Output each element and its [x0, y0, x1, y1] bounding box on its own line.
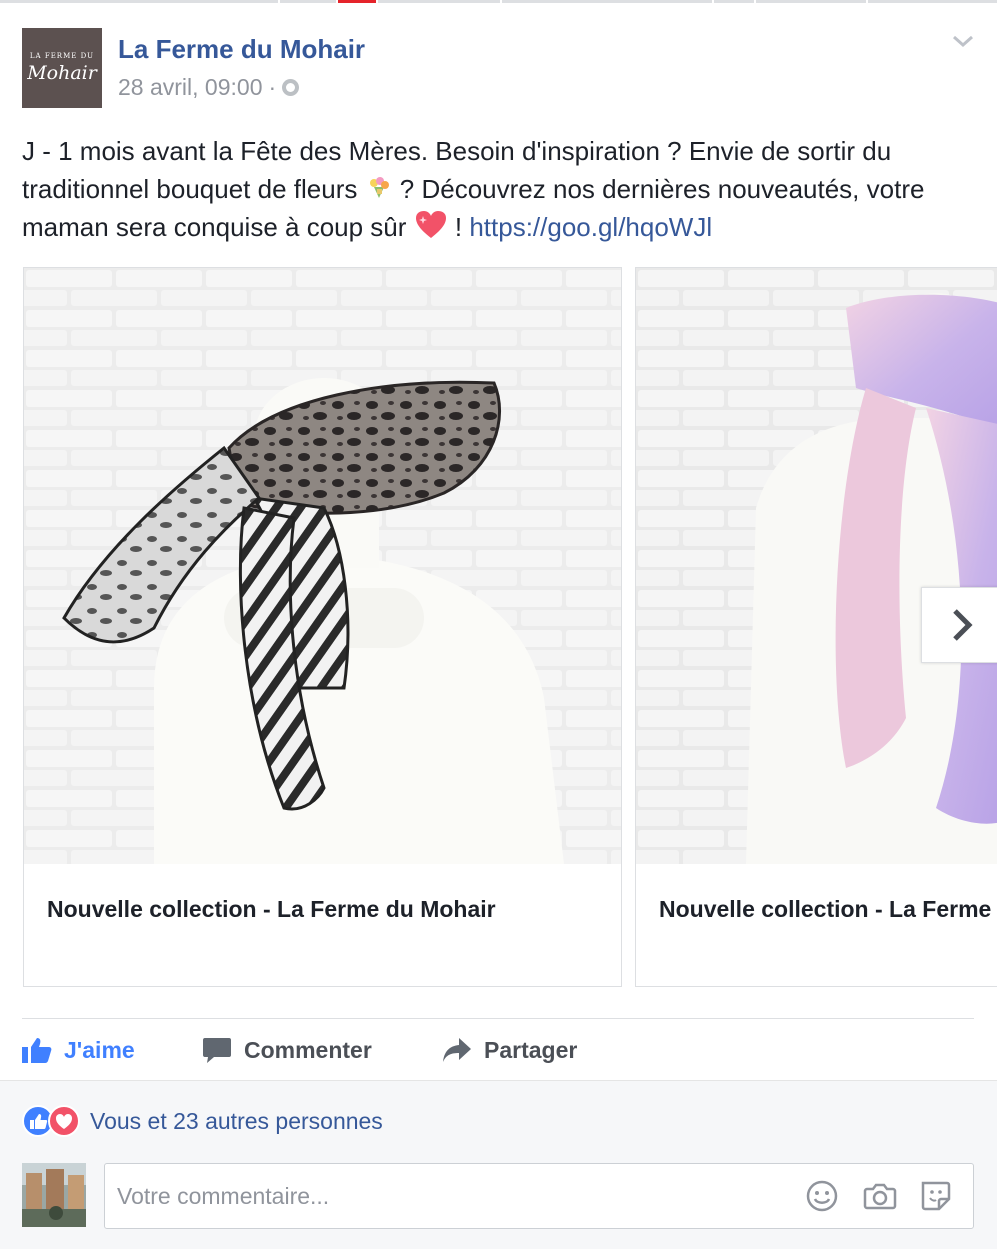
thumbs-up-icon [22, 1038, 52, 1063]
post-timestamp[interactable]: 28 avril, 09:00 [118, 74, 262, 101]
sparkling-heart-emoji-icon [415, 211, 446, 238]
share-arrow-icon [443, 1038, 471, 1062]
share-label: Partager [484, 1036, 578, 1063]
comment-input[interactable] [115, 1164, 799, 1228]
sticker-icon[interactable] [919, 1180, 953, 1212]
post-text: J - 1 mois avant la Fête des Mères. Beso… [22, 132, 982, 246]
share-button[interactable]: Partager [442, 1032, 577, 1068]
like-label: J'aime [64, 1036, 135, 1063]
post-footer: Vous et 23 autres personnes [0, 1080, 997, 1249]
comment-bubble-icon [203, 1038, 231, 1063]
comment-box[interactable] [104, 1163, 974, 1229]
bouquet-emoji-icon [369, 177, 389, 198]
top-strip [0, 0, 997, 4]
comment-button[interactable]: Commenter [202, 1032, 372, 1068]
comment-label: Commenter [244, 1036, 372, 1063]
card-caption[interactable]: Nouvelle collection - La Ferme du Mohair [47, 896, 496, 923]
chevron-right-icon [953, 609, 973, 641]
love-reaction-icon [48, 1105, 80, 1137]
globe-icon[interactable] [282, 79, 300, 96]
page-avatar[interactable]: LA FERME DU Mohair [22, 28, 102, 108]
post-text-part3: ! [447, 212, 470, 242]
chevron-down-icon[interactable] [950, 30, 976, 52]
carousel-card[interactable]: Nouvelle collection - La Ferme du Mohair [23, 267, 622, 987]
post-meta: 28 avril, 09:00 · [118, 74, 300, 101]
post-card: LA FERME DU Mohair La Ferme du Mohair 28… [0, 0, 997, 1249]
user-avatar[interactable] [22, 1163, 86, 1227]
meta-separator: · [268, 74, 277, 100]
like-button[interactable]: J'aime [22, 1032, 135, 1068]
product-image-leopard-scarf[interactable] [24, 268, 621, 864]
actions-divider [22, 1018, 974, 1019]
carousel-next-button[interactable] [921, 587, 997, 663]
product-image-lilac-scarf[interactable] [636, 268, 997, 864]
emoji-smiley-icon[interactable] [805, 1180, 839, 1212]
avatar-logo-small-text: LA FERME DU [29, 52, 95, 60]
page-name-link[interactable]: La Ferme du Mohair [118, 34, 365, 65]
reactions-count-text[interactable]: Vous et 23 autres personnes [90, 1108, 383, 1135]
avatar-logo-text: Mohair [27, 62, 97, 84]
card-caption[interactable]: Nouvelle collection - La Ferme du Mohair [659, 896, 997, 923]
camera-icon[interactable] [863, 1180, 897, 1212]
post-link[interactable]: https://goo.gl/hqoWJl [469, 212, 712, 242]
reactions-summary[interactable]: Vous et 23 autres personnes [22, 1105, 383, 1137]
